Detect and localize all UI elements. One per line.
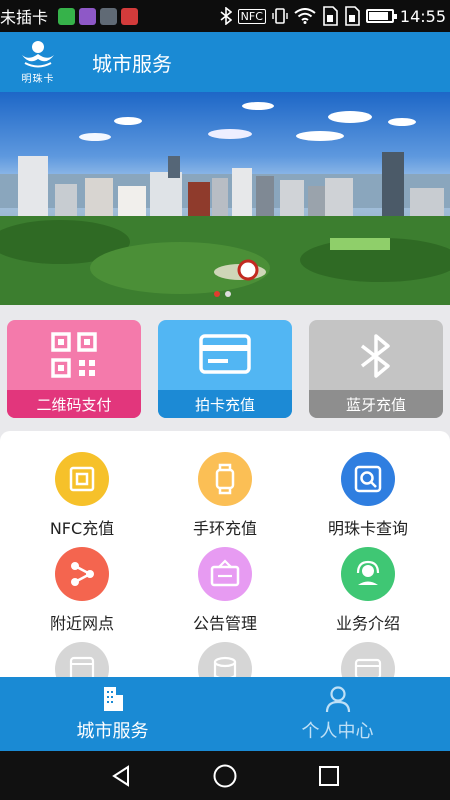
bluetooth-recharge-button[interactable]: 蓝牙充值 <box>309 320 443 418</box>
nearby-outlets-item[interactable]: 附近网点 <box>7 547 157 634</box>
nearby-outlets-label: 附近网点 <box>49 614 114 633</box>
vibrate-icon <box>272 8 288 24</box>
share-nodes-icon <box>55 547 109 601</box>
wristband-recharge-label: 手环充值 <box>192 519 257 538</box>
tab-personal-center[interactable]: 个人中心 <box>225 677 450 751</box>
battery-icon <box>365 9 397 23</box>
person-icon <box>325 686 350 713</box>
back-icon[interactable] <box>109 764 133 788</box>
qr-code-icon <box>51 332 97 378</box>
tab-personal-center-label: 个人中心 <box>301 721 374 742</box>
business-intro-item[interactable]: 业务介绍 <box>293 547 443 634</box>
card-service-item[interactable] <box>293 642 443 681</box>
sim-card-icon <box>323 6 338 26</box>
carrier-label: 未插卡 <box>0 8 49 27</box>
wifi-icon <box>294 8 316 24</box>
bluetooth-recharge-label: 蓝牙充值 <box>309 390 443 418</box>
carousel-dot-active <box>214 291 220 297</box>
app-logo: 明珠卡 <box>8 32 68 92</box>
tap-card-recharge-button[interactable]: 拍卡充值 <box>158 320 292 418</box>
tab-city-services[interactable]: 城市服务 <box>0 677 225 751</box>
app-notification-icon <box>121 7 139 25</box>
card-query-item[interactable]: 明珠卡查询 <box>293 452 443 539</box>
qr-pay-button[interactable]: 二维码支付 <box>7 320 141 418</box>
watch-icon <box>198 452 252 506</box>
page-title: 城市服务 <box>92 51 172 76</box>
city-skyline-image <box>0 102 450 305</box>
notice-management-item[interactable]: 公告管理 <box>150 547 300 634</box>
building-icon <box>103 687 123 711</box>
city-banner[interactable] <box>0 92 450 305</box>
bluetooth-status-icon <box>220 7 232 25</box>
logo-mark-icon <box>22 41 54 68</box>
app-notification-icon <box>79 7 97 25</box>
status-left: 未插卡 <box>0 4 139 28</box>
bluetooth-icon <box>360 334 390 378</box>
qr-pay-label: 二维码支付 <box>7 390 141 418</box>
card-search-icon <box>341 452 395 506</box>
nfc-icon <box>55 452 109 506</box>
carousel-indicator <box>214 291 231 297</box>
database-item[interactable] <box>150 642 300 681</box>
app-notification-icon <box>100 7 118 25</box>
nfc-recharge-label: NFC充值 <box>49 519 115 538</box>
bottom-tab-bar: 城市服务 个人中心 <box>0 677 450 751</box>
card-icon <box>199 334 251 374</box>
business-intro-label: 业务介绍 <box>335 614 400 633</box>
nfc-recharge-item[interactable]: NFC充值 <box>7 452 157 539</box>
wristband-recharge-item[interactable]: 手环充值 <box>150 452 300 539</box>
quick-actions: 二维码支付 拍卡充值 蓝牙充值 <box>7 320 443 418</box>
home-icon[interactable] <box>212 763 238 789</box>
sim-card-icon <box>345 6 360 26</box>
notice-management-label: 公告管理 <box>192 614 257 633</box>
logo-text: 明珠卡 <box>21 74 55 85</box>
recents-icon[interactable] <box>317 764 341 788</box>
app-header: 明珠卡 城市服务 <box>0 32 450 92</box>
nfc-status-badge: NFC <box>237 8 266 24</box>
tap-card-recharge-label: 拍卡充值 <box>158 390 292 418</box>
card-icon <box>341 642 395 681</box>
wechat-notification-icon <box>58 7 76 25</box>
diy-item[interactable] <box>7 642 157 681</box>
clock: 14:55 <box>399 6 446 26</box>
notice-board-icon <box>198 547 252 601</box>
tab-city-services-label: 城市服务 <box>76 721 149 742</box>
status-right: NFC 14:55 <box>220 6 450 26</box>
services-grid: NFC充值 手环充值 明珠卡查询 附近网点 公告管理 业务介绍 <box>0 431 450 681</box>
database-icon <box>198 642 252 681</box>
status-bar: 未插卡 NFC 14:55 <box>0 0 450 32</box>
carousel-dot <box>225 291 231 297</box>
customer-service-icon <box>341 547 395 601</box>
diy-icon <box>55 642 109 681</box>
card-query-label: 明珠卡查询 <box>327 519 408 538</box>
system-nav-bar <box>0 751 450 800</box>
